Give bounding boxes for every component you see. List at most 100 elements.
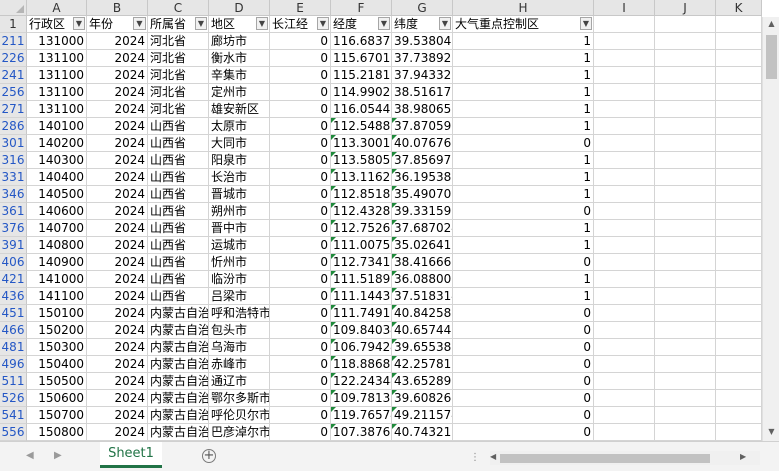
table-cell[interactable]: 112.73417 (331, 254, 392, 271)
empty-cell[interactable] (655, 169, 716, 186)
row-header[interactable]: 331 (0, 169, 27, 186)
table-cell[interactable]: 1 (453, 237, 594, 254)
table-cell[interactable]: 2024 (87, 373, 148, 390)
vertical-scroll-thumb[interactable] (766, 35, 777, 79)
table-cell[interactable]: 2024 (87, 288, 148, 305)
empty-cell[interactable] (716, 407, 762, 424)
table-cell[interactable]: 0 (453, 203, 594, 220)
table-cell[interactable]: 114.9902 (331, 84, 392, 101)
table-cell[interactable]: 0 (453, 356, 594, 373)
table-cell[interactable]: 1 (453, 186, 594, 203)
table-cell[interactable]: 140900 (27, 254, 87, 271)
table-cell[interactable]: 雄安新区 (209, 101, 270, 118)
column-header-g[interactable]: G (392, 0, 453, 16)
table-cell[interactable]: 40.842585 (392, 305, 453, 322)
table-cell[interactable]: 0 (270, 101, 331, 118)
empty-cell[interactable] (594, 50, 655, 67)
table-cell[interactable]: 112.75269 (331, 220, 392, 237)
empty-cell[interactable] (594, 424, 655, 441)
table-cell[interactable]: 河北省 (148, 67, 209, 84)
table-cell[interactable]: 吕梁市 (209, 288, 270, 305)
table-cell[interactable]: 116.0544 (331, 101, 392, 118)
table-cell[interactable]: 150300 (27, 339, 87, 356)
table-cell[interactable]: 42.257817 (392, 356, 453, 373)
filter-active-icon[interactable]: ▼ (133, 17, 146, 30)
row-header[interactable]: 346 (0, 186, 27, 203)
empty-cell[interactable] (655, 271, 716, 288)
table-cell[interactable]: 38.416663 (392, 254, 453, 271)
empty-cell[interactable] (655, 305, 716, 322)
table-cell[interactable]: 150700 (27, 407, 87, 424)
table-cell[interactable]: 1 (453, 101, 594, 118)
table-cell[interactable]: 49.211574 (392, 407, 453, 424)
table-cell[interactable]: 112.85183 (331, 186, 392, 203)
empty-cell[interactable] (594, 237, 655, 254)
table-cell[interactable]: 内蒙古自治 (148, 322, 209, 339)
table-cell[interactable]: 2024 (87, 203, 148, 220)
filter-dropdown-icon[interactable]: ▼ (317, 17, 329, 30)
horizontal-scrollbar[interactable]: ◀ ▶ (490, 451, 760, 465)
empty-cell[interactable] (716, 169, 762, 186)
column-header-h[interactable]: H (453, 0, 594, 16)
empty-cell[interactable] (716, 424, 762, 441)
row-header[interactable]: 526 (0, 390, 27, 407)
table-cell[interactable]: 37.738920 (392, 50, 453, 67)
table-cell[interactable]: 河北省 (148, 84, 209, 101)
filter-dropdown-icon[interactable]: ▼ (73, 17, 85, 30)
split-handle-icon[interactable]: ⋮ (470, 452, 481, 463)
table-cell[interactable]: 晋城市 (209, 186, 270, 203)
table-cell[interactable]: 2024 (87, 305, 148, 322)
table-cell[interactable]: 131000 (27, 33, 87, 50)
empty-cell[interactable] (594, 271, 655, 288)
empty-cell[interactable] (716, 84, 762, 101)
table-cell[interactable]: 0 (453, 407, 594, 424)
table-cell[interactable]: 山西省 (148, 169, 209, 186)
empty-cell[interactable] (716, 16, 762, 33)
empty-cell[interactable] (655, 186, 716, 203)
empty-cell[interactable] (655, 118, 716, 135)
row-header[interactable]: 496 (0, 356, 27, 373)
scroll-right-icon[interactable]: ▶ (740, 452, 746, 461)
table-cell[interactable]: 廊坊市 (209, 33, 270, 50)
table-cell[interactable]: 呼和浩特市 (209, 305, 270, 322)
table-cell[interactable]: 0 (270, 407, 331, 424)
empty-cell[interactable] (655, 220, 716, 237)
empty-cell[interactable] (594, 322, 655, 339)
table-cell[interactable]: 0 (270, 84, 331, 101)
empty-cell[interactable] (716, 101, 762, 118)
header-cell[interactable]: 长江经 ▼ (270, 16, 331, 33)
table-cell[interactable]: 35.490701 (392, 186, 453, 203)
empty-cell[interactable] (594, 67, 655, 84)
table-cell[interactable]: 山西省 (148, 135, 209, 152)
prev-sheet-icon[interactable]: ◀ (26, 450, 34, 461)
empty-cell[interactable] (716, 118, 762, 135)
table-cell[interactable]: 乌海市 (209, 339, 270, 356)
table-cell[interactable]: 2024 (87, 186, 148, 203)
table-cell[interactable]: 131100 (27, 84, 87, 101)
column-header-e[interactable]: E (270, 0, 331, 16)
empty-cell[interactable] (655, 424, 716, 441)
table-cell[interactable]: 0 (270, 390, 331, 407)
table-cell[interactable]: 107.38765 (331, 424, 392, 441)
empty-cell[interactable] (716, 220, 762, 237)
table-cell[interactable]: 37.870590 (392, 118, 453, 135)
table-cell[interactable]: 0 (270, 135, 331, 152)
empty-cell[interactable] (594, 220, 655, 237)
table-cell[interactable]: 0 (453, 254, 594, 271)
tab-sheet1[interactable]: Sheet1 (100, 442, 162, 468)
table-cell[interactable]: 37.518314 (392, 288, 453, 305)
empty-cell[interactable] (655, 407, 716, 424)
table-cell[interactable]: 37.856971 (392, 152, 453, 169)
table-cell[interactable]: 43.652890 (392, 373, 453, 390)
table-cell[interactable]: 定州市 (209, 84, 270, 101)
table-cell[interactable]: 朔州市 (209, 203, 270, 220)
row-header[interactable]: 556 (0, 424, 27, 441)
table-cell[interactable]: 辛集市 (209, 67, 270, 84)
table-cell[interactable]: 140700 (27, 220, 87, 237)
empty-cell[interactable] (594, 203, 655, 220)
table-cell[interactable]: 140800 (27, 237, 87, 254)
row-header[interactable]: 271 (0, 101, 27, 118)
empty-cell[interactable] (655, 237, 716, 254)
table-cell[interactable]: 阳泉市 (209, 152, 270, 169)
table-cell[interactable]: 150100 (27, 305, 87, 322)
